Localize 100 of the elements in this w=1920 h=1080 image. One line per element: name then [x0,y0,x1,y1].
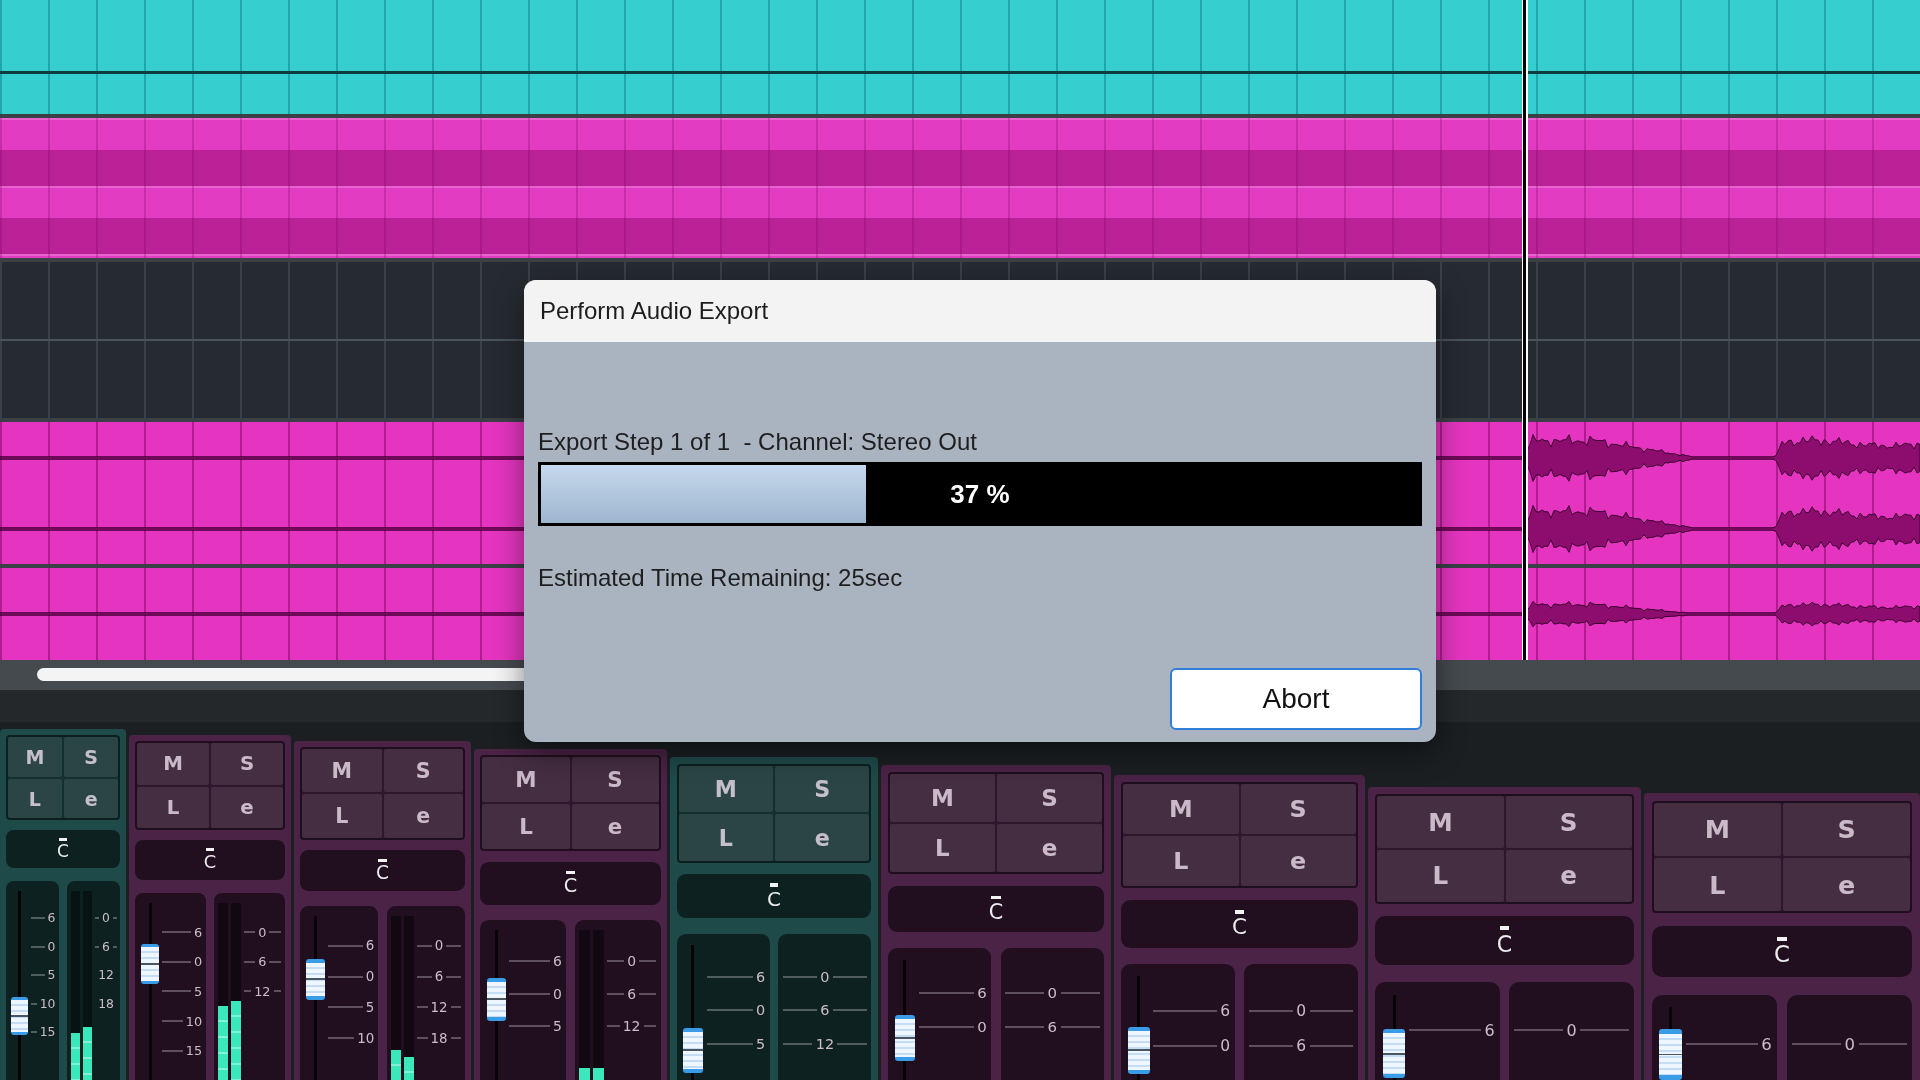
pan-field[interactable]: C [480,861,661,905]
edit-button[interactable]: e [1505,850,1632,902]
mute-button[interactable]: M [678,765,773,813]
scale-label: 0 [1220,1037,1230,1056]
listen-button[interactable]: L [482,804,570,850]
solo-button[interactable]: S [775,765,870,813]
pan-indicator-icon [1499,926,1510,931]
pan-field[interactable]: C [1121,899,1358,948]
scale-label: 6 [977,983,987,1002]
scale-label: 18 [430,1030,448,1046]
mute-button[interactable]: M [136,742,209,785]
scale-label: 6 [627,985,636,1002]
solo-button[interactable]: S [211,742,284,785]
listen-button[interactable]: L [302,794,382,838]
edit-button[interactable]: e [775,814,870,861]
scale-label: 5 [47,968,56,983]
pan-field[interactable]: C [1651,925,1913,977]
solo-button[interactable]: S [571,757,659,803]
fader-handle[interactable] [1659,1029,1683,1080]
mute-button[interactable]: M [889,773,995,823]
scale-label: 18 [98,996,114,1011]
fader-handle[interactable] [140,944,159,985]
listen-button[interactable]: L [1377,850,1504,902]
scale-label: 5 [553,1017,562,1034]
solo-button[interactable]: S [1240,784,1356,835]
pan-indicator-icon [769,883,779,887]
edit-button[interactable]: e [211,786,284,829]
pan-field[interactable]: C [300,849,465,892]
scale-label: 12 [815,1035,835,1052]
fader-track[interactable] [1382,994,1405,1080]
pan-indicator-icon [1776,936,1788,941]
pan-indicator-icon [991,895,1001,900]
pan-indicator-icon [1234,910,1245,914]
mute-button[interactable]: M [482,757,570,803]
scale-label: 0 [977,1018,987,1037]
edit-button[interactable]: e [571,804,659,850]
time-remaining-label: Estimated Time Remaining: 25sec [538,564,903,592]
abort-button[interactable]: Abort [1170,668,1422,730]
pan-field[interactable]: C [887,886,1105,932]
edit-button[interactable]: e [1240,836,1356,887]
edit-button[interactable]: e [1783,857,1911,912]
scale-label: 0 [1844,1034,1855,1054]
listen-button[interactable]: L [889,824,995,873]
scale-label: 6 [434,969,444,985]
pan-indicator-icon [378,858,387,862]
scale-label: 0 [1047,983,1058,1002]
scale-label: 5 [755,1035,766,1052]
listen-button[interactable]: L [7,778,62,819]
fader-handle[interactable] [1128,1026,1150,1075]
scale-label: 6 [1220,1001,1230,1020]
edit-button[interactable]: e [383,794,463,838]
scale-label: 0 [1566,1020,1577,1040]
scale-label: 12 [430,1000,448,1015]
pan-field[interactable]: C [5,829,121,868]
listen-button[interactable]: L [678,814,773,861]
scale-label: 10 [357,1030,375,1046]
scale-label: 12 [622,1017,641,1034]
scale-label: 10 [185,1013,203,1029]
fader-handle[interactable] [894,1015,916,1062]
listen-button[interactable]: L [1123,836,1239,887]
scale-label: 0 [434,938,444,954]
listen-button[interactable]: L [136,786,209,829]
scale-label: 6 [193,924,203,940]
pan-field[interactable]: C [134,840,286,880]
mute-button[interactable]: M [1377,796,1504,849]
fader-handle[interactable] [683,1028,704,1073]
mute-button[interactable]: M [1123,784,1239,835]
solo-button[interactable]: S [997,773,1103,823]
pan-indicator-icon [566,871,575,875]
mute-button[interactable]: M [302,749,382,793]
solo-button[interactable]: S [1783,802,1911,856]
fader-handle[interactable] [486,978,507,1022]
scale-label: 0 [553,985,562,1002]
mute-button[interactable]: M [1653,802,1781,856]
fader-handle[interactable] [11,996,29,1035]
solo-button[interactable]: S [383,749,463,793]
scale-label: 12 [98,968,114,983]
fader-handle[interactable] [1382,1029,1405,1079]
scale-label: 6 [1761,1034,1772,1054]
solo-button[interactable]: S [64,736,119,777]
scale-label: 6 [1047,1018,1058,1037]
scale-label: 6 [258,954,267,970]
edit-button[interactable]: e [64,778,119,819]
solo-button[interactable]: S [1505,796,1632,849]
scale-label: 0 [1296,1001,1306,1020]
scale-label: 5 [193,983,203,999]
scale-label: 6 [553,953,562,970]
listen-button[interactable]: L [1653,857,1781,912]
fader-track[interactable] [1659,1007,1683,1080]
scale-label: 0 [365,969,375,985]
scale-label: 0 [47,939,56,954]
edit-button[interactable]: e [997,824,1103,873]
scale-label: 6 [101,939,110,954]
fader-handle[interactable] [306,958,325,1001]
pan-field[interactable]: C [676,873,872,919]
pan-indicator-icon [206,848,214,852]
scale-label: 6 [1296,1037,1306,1056]
mute-button[interactable]: M [7,736,62,777]
scale-label: 15 [39,1025,56,1040]
pan-field[interactable]: C [1375,916,1634,966]
